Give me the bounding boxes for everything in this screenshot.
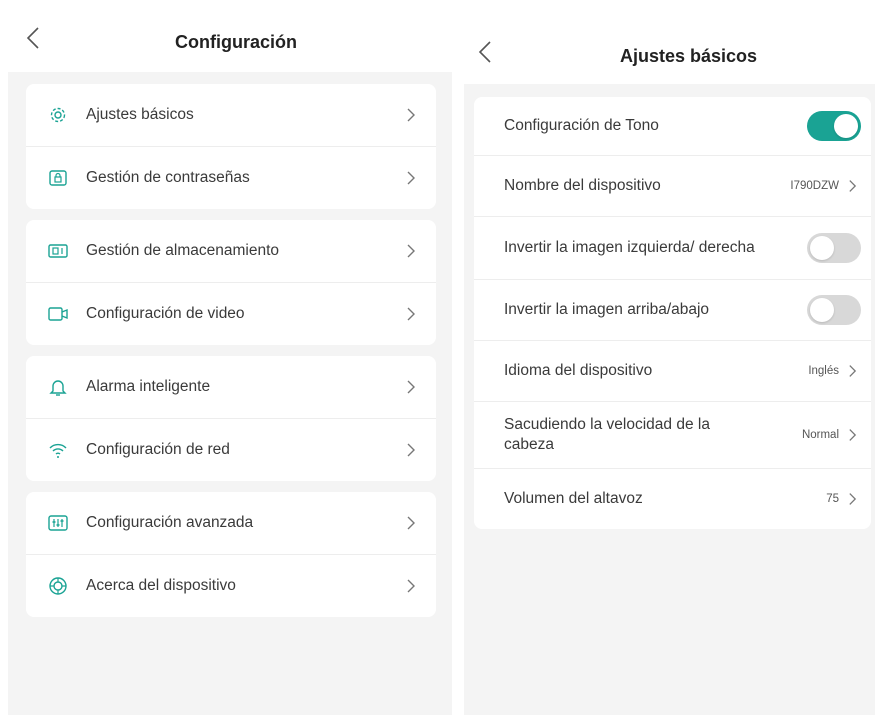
tone-toggle[interactable] xyxy=(807,111,861,141)
setting-row-nombre-dispositivo[interactable]: Nombre del dispositivo I790DZW xyxy=(474,156,871,217)
basic-settings-panel: Ajustes básicos Configuración de Tono No… xyxy=(462,0,885,715)
menu-item-label: Configuración de video xyxy=(86,305,245,322)
sliders-icon xyxy=(48,515,68,531)
lock-icon xyxy=(49,170,67,186)
chevron-right-icon xyxy=(407,516,415,530)
chevron-right-icon xyxy=(849,180,857,192)
setting-row-invertir-izq-der: Invertir la imagen izquierda/ derecha xyxy=(474,217,871,280)
basic-settings-card: Configuración de Tono Nombre del disposi… xyxy=(474,97,871,529)
flip-vertical-toggle[interactable] xyxy=(807,295,861,325)
menu-item-ajustes-basicos[interactable]: Ajustes básicos xyxy=(26,84,436,147)
setting-row-invertir-arriba-abajo: Invertir la imagen arriba/abajo xyxy=(474,280,871,341)
settings-group: Configuración avanzada Acerca del dispos… xyxy=(26,492,436,617)
menu-item-acerca-dispositivo[interactable]: Acerca del dispositivo xyxy=(26,555,436,617)
settings-panel: Configuración Ajustes básicos Gestión de… xyxy=(0,0,452,715)
gear-icon xyxy=(50,107,66,123)
setting-label: Idioma del dispositivo xyxy=(504,362,653,379)
menu-item-label: Alarma inteligente xyxy=(86,378,211,395)
menu-item-label: Gestión de contraseñas xyxy=(86,169,250,186)
chevron-right-icon xyxy=(849,493,857,505)
flip-horizontal-toggle[interactable] xyxy=(807,233,861,263)
chevron-right-icon xyxy=(407,171,415,185)
setting-value: I790DZW xyxy=(790,180,839,192)
menu-item-alarma-inteligente[interactable]: Alarma inteligente xyxy=(26,356,436,419)
info-ring-icon xyxy=(49,577,67,595)
setting-label: Invertir la imagen izquierda/ derecha xyxy=(504,239,755,256)
setting-label: Volumen del altavoz xyxy=(504,490,643,507)
setting-row-volumen-altavoz[interactable]: Volumen del altavoz 75 xyxy=(474,469,871,529)
chevron-right-icon xyxy=(407,108,415,122)
menu-item-label: Gestión de almacenamiento xyxy=(86,242,280,259)
basic-settings-list: Configuración de Tono Nombre del disposi… xyxy=(464,84,875,715)
chevron-right-icon xyxy=(849,429,857,441)
chevron-right-icon xyxy=(407,380,415,394)
menu-item-label: Configuración de red xyxy=(86,441,230,458)
setting-value: 75 xyxy=(826,493,839,505)
setting-label: Sacudiendo la velocidad de la cabeza xyxy=(504,416,710,453)
toggle-knob xyxy=(810,236,834,260)
settings-group: Ajustes básicos Gestión de contraseñas xyxy=(26,84,436,209)
bell-icon xyxy=(49,380,67,396)
wifi-icon xyxy=(49,443,67,458)
settings-group: Gestión de almacenamiento Configuración … xyxy=(26,220,436,345)
menu-item-label: Configuración avanzada xyxy=(86,514,254,531)
settings-group: Alarma inteligente Configuración de red xyxy=(26,356,436,481)
setting-label: Invertir la imagen arriba/abajo xyxy=(504,301,710,318)
menu-item-gestion-contrasenas[interactable]: Gestión de contraseñas xyxy=(26,147,436,209)
page-title: Ajustes básicos xyxy=(619,46,758,66)
setting-row-velocidad-cabeza[interactable]: Sacudiendo la velocidad de la cabeza Nor… xyxy=(474,402,871,469)
menu-item-label: Ajustes básicos xyxy=(86,106,194,123)
setting-row-tono: Configuración de Tono xyxy=(474,97,871,156)
page-title: Configuración xyxy=(175,32,297,52)
basic-settings-header: Ajustes básicos xyxy=(462,0,885,84)
chevron-right-icon xyxy=(849,365,857,377)
toggle-knob xyxy=(834,114,858,138)
chevron-right-icon xyxy=(407,244,415,258)
menu-item-gestion-almacenamiento[interactable]: Gestión de almacenamiento xyxy=(26,220,436,283)
settings-list: Ajustes básicos Gestión de contraseñas G… xyxy=(8,72,452,715)
setting-label: Configuración de Tono xyxy=(504,117,659,134)
setting-row-idioma[interactable]: Idioma del dispositivo Inglés xyxy=(474,341,871,402)
chevron-right-icon xyxy=(407,579,415,593)
chevron-right-icon xyxy=(407,443,415,457)
menu-item-configuracion-video[interactable]: Configuración de video xyxy=(26,283,436,345)
setting-label: Nombre del dispositivo xyxy=(504,177,661,194)
back-button[interactable] xyxy=(478,40,492,64)
setting-value: Inglés xyxy=(808,365,839,377)
menu-item-configuracion-avanzada[interactable]: Configuración avanzada xyxy=(26,492,436,555)
menu-item-label: Acerca del dispositivo xyxy=(86,577,236,594)
toggle-knob xyxy=(810,298,834,322)
menu-item-configuracion-red[interactable]: Configuración de red xyxy=(26,419,436,481)
chevron-right-icon xyxy=(407,307,415,321)
settings-header: Configuración xyxy=(0,0,452,72)
setting-value: Normal xyxy=(801,429,839,441)
sd-card-icon xyxy=(48,244,68,258)
chevron-left-icon xyxy=(478,41,491,63)
video-camera-icon xyxy=(48,307,68,321)
